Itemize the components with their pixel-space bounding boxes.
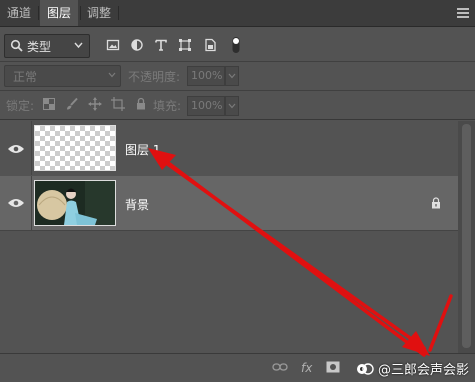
lock-artboard-icon[interactable] bbox=[111, 97, 125, 111]
opacity-label: 不透明度: bbox=[128, 70, 181, 84]
layer-name[interactable]: 图层 1 bbox=[125, 141, 160, 158]
visibility-column-divider bbox=[31, 176, 32, 230]
image-filter-icon[interactable] bbox=[106, 38, 120, 52]
lock-fill-row: 锁定: 填充: 100% bbox=[0, 93, 475, 117]
layer-row-selected[interactable]: 背景 bbox=[0, 176, 458, 230]
opacity-dropdown-button[interactable] bbox=[225, 66, 239, 86]
weibo-logo-icon bbox=[357, 363, 374, 375]
layers-list: 图层 1 背景 bbox=[0, 121, 458, 353]
lock-icon bbox=[432, 197, 440, 209]
tab-layers[interactable]: 图层 bbox=[40, 0, 78, 26]
divider bbox=[0, 61, 475, 62]
layer-filter-bar: 类型 bbox=[0, 34, 475, 60]
search-icon bbox=[10, 39, 23, 52]
scrollbar-thumb[interactable] bbox=[462, 124, 471, 348]
filter-toggle-icon[interactable] bbox=[229, 36, 243, 53]
tab-channels[interactable]: 通道 bbox=[4, 0, 34, 26]
lock-transparent-pixels-icon[interactable] bbox=[42, 97, 56, 111]
opacity-value: 100% bbox=[191, 69, 223, 82]
blend-mode-value: 正常 bbox=[13, 70, 38, 84]
visibility-column-divider bbox=[31, 121, 32, 175]
filter-kind-select[interactable]: 类型 bbox=[4, 34, 90, 58]
opacity-field[interactable]: 100% bbox=[187, 66, 225, 86]
divider bbox=[0, 230, 458, 231]
layer-row[interactable]: 图层 1 bbox=[0, 121, 458, 175]
layer-thumbnail-transparent[interactable] bbox=[34, 125, 116, 171]
tab-adjustments[interactable]: 调整 bbox=[84, 0, 114, 26]
panel-bottom-bar: fx @三郎会声会影 bbox=[0, 353, 475, 382]
chevron-down-icon bbox=[74, 42, 83, 49]
tab-separator bbox=[38, 6, 39, 20]
panel-menu-icon[interactable] bbox=[457, 8, 469, 20]
watermark-text: @三郎会声会影 bbox=[378, 363, 470, 378]
link-layers-icon[interactable] bbox=[272, 362, 288, 372]
chevron-down-icon bbox=[228, 73, 236, 79]
adjustment-filter-icon[interactable] bbox=[130, 38, 144, 52]
photo-thumbnail-image bbox=[35, 181, 115, 225]
chevron-down-icon bbox=[108, 72, 116, 78]
layer-thumbnail-photo[interactable] bbox=[34, 180, 116, 226]
divider bbox=[0, 90, 475, 91]
lock-position-icon[interactable] bbox=[88, 97, 102, 111]
layer-style-button[interactable]: fx bbox=[301, 361, 312, 375]
filter-kind-label: 类型 bbox=[27, 40, 52, 54]
fill-value: 100% bbox=[191, 99, 223, 112]
layer-name[interactable]: 背景 bbox=[125, 196, 149, 213]
fill-field[interactable]: 100% bbox=[187, 96, 225, 116]
tab-separator bbox=[80, 6, 81, 20]
lock-image-pixels-icon[interactable] bbox=[65, 97, 79, 111]
panel-tab-bar: 通道 图层 调整 bbox=[0, 0, 475, 27]
chevron-down-icon bbox=[228, 103, 236, 109]
fill-dropdown-button[interactable] bbox=[225, 96, 239, 116]
lock-label: 锁定: bbox=[6, 99, 35, 113]
blend-mode-select[interactable]: 正常 bbox=[4, 65, 121, 87]
divider bbox=[0, 119, 475, 120]
blend-opacity-row: 正常 不透明度: 100% bbox=[0, 64, 475, 88]
fill-label: 填充: bbox=[153, 99, 182, 113]
add-mask-icon[interactable] bbox=[326, 361, 340, 373]
eye-icon[interactable] bbox=[7, 143, 25, 155]
eye-icon[interactable] bbox=[7, 197, 25, 209]
smart-object-filter-icon[interactable] bbox=[203, 38, 217, 52]
type-filter-icon[interactable] bbox=[154, 38, 168, 52]
tab-separator bbox=[118, 6, 119, 20]
shape-filter-icon[interactable] bbox=[178, 38, 192, 52]
lock-all-icon[interactable] bbox=[134, 97, 148, 111]
